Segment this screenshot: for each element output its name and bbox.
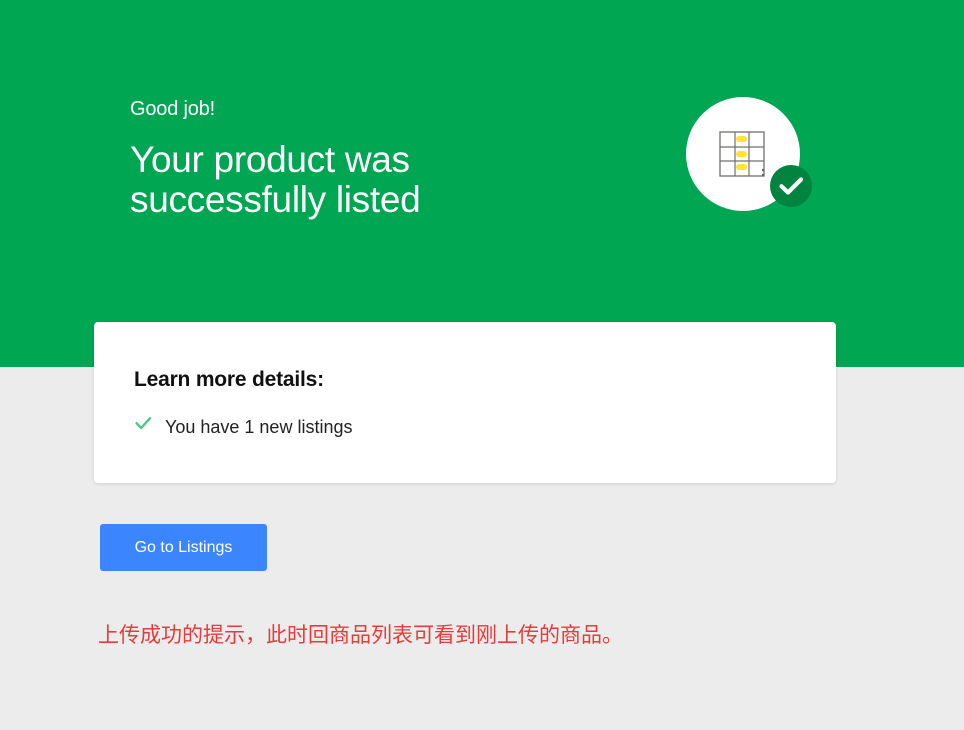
detail-item-text: You have 1 new listings	[165, 417, 353, 437]
table-dot	[761, 168, 765, 172]
success-eyebrow: Good job!	[130, 98, 215, 120]
success-headline: Your product was successfully listed	[130, 139, 421, 220]
success-hero: Good job! Your product was successfully …	[0, 0, 964, 367]
table-highlight	[736, 164, 747, 170]
annotation-note: 上传成功的提示，此时回商品列表可看到刚上传的商品。	[98, 623, 623, 647]
table-dot	[761, 173, 765, 177]
success-illustration	[685, 97, 813, 215]
check-icon	[135, 417, 152, 430]
go-to-listings-button[interactable]: Go to Listings	[100, 524, 267, 571]
listing-table-icon	[686, 97, 812, 211]
table-highlight	[736, 151, 747, 157]
details-card: Learn more details: You have 1 new listi…	[94, 322, 836, 483]
check-circle-icon	[770, 165, 812, 207]
table-highlight	[736, 136, 747, 142]
details-title: Learn more details:	[134, 368, 324, 391]
detail-item-new-listings: You have 1 new listings	[134, 415, 352, 439]
